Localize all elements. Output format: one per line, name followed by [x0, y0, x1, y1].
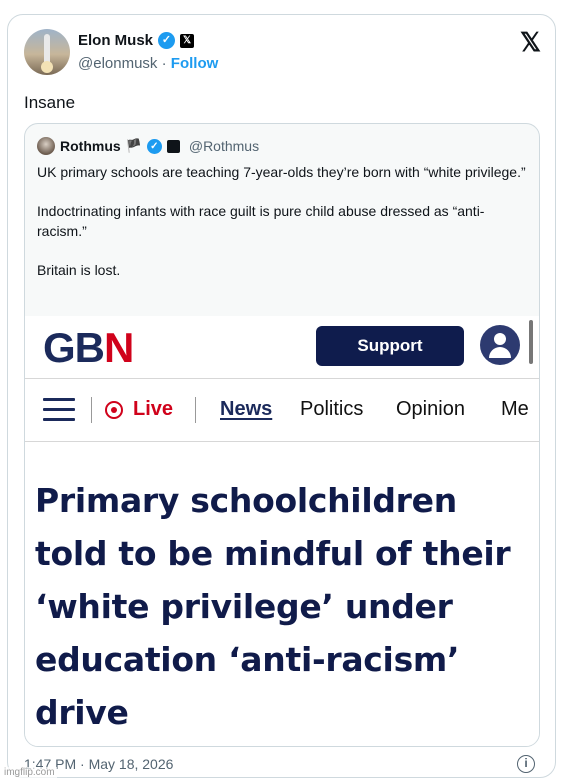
verified-badge-icon: ✓: [158, 32, 176, 49]
post-text: Insane: [24, 93, 76, 112]
x-affiliate-icon: 𝕏: [180, 33, 195, 48]
site-nav: Live News Politics Opinion Me: [25, 379, 539, 441]
quoted-paragraph: Britain is lost.: [37, 261, 121, 278]
quoted-author-row: Rothmus 🏴 ✓ @Rothmus: [37, 137, 259, 155]
nav-separator: [195, 397, 196, 423]
imgflip-watermark: imgflip.com: [2, 767, 57, 778]
nav-item-news: News: [220, 398, 273, 420]
live-label: Live: [133, 398, 174, 420]
gb-logo-text: GB: [43, 324, 105, 371]
author-handle-row: @elonmusk · Follow: [78, 55, 218, 72]
support-button: Support: [316, 326, 464, 366]
quoted-author-handle: @Rothmus: [188, 138, 260, 154]
x-logo-icon[interactable]: 𝕏: [520, 27, 541, 58]
nav-separator: [91, 397, 92, 423]
user-account-icon: [480, 325, 520, 365]
separator-dot: ·: [161, 55, 167, 72]
live-indicator-icon: [105, 401, 123, 419]
post-card: Elon Musk ✓ 𝕏 @elonmusk · Follow 𝕏 Insan…: [7, 14, 556, 778]
author-handle[interactable]: @elonmusk: [78, 55, 157, 72]
divider: [25, 441, 539, 442]
info-icon[interactable]: i: [517, 755, 535, 773]
author-name[interactable]: Elon Musk: [78, 32, 153, 49]
gb-news-logo: GBN: [43, 324, 134, 372]
article-headline: Primary schoolchildren told to be mindfu…: [35, 481, 511, 732]
quoted-paragraph: Indoctrinating infants with race guilt i…: [37, 203, 485, 239]
nav-item-opinion: Opinion: [396, 398, 465, 420]
scrollbar: [529, 320, 533, 364]
quoted-author-name: Rothmus: [60, 138, 121, 154]
quoted-post-text: UK primary schools are teaching 7-year-o…: [37, 163, 527, 300]
gb-logo-n: N: [104, 324, 134, 371]
quoted-paragraph: UK primary schools are teaching 7-year-o…: [37, 164, 526, 180]
author-name-row: Elon Musk ✓ 𝕏: [78, 32, 195, 49]
quoted-author-avatar: [37, 137, 55, 155]
hamburger-menu-icon: [43, 398, 75, 422]
follow-button[interactable]: Follow: [171, 55, 219, 72]
nav-item-politics: Politics: [300, 398, 364, 420]
flag-icon: 🏴: [125, 138, 142, 153]
author-avatar[interactable]: [24, 29, 70, 75]
embedded-article-image[interactable]: GBN Support Live News Politics Opinion M…: [25, 316, 539, 746]
nav-item-more: Me: [501, 398, 529, 420]
quoted-post[interactable]: Rothmus 🏴 ✓ @Rothmus UK primary schools …: [24, 123, 540, 747]
affiliate-badge-icon: [166, 139, 180, 153]
verified-badge-icon: ✓: [146, 138, 162, 154]
